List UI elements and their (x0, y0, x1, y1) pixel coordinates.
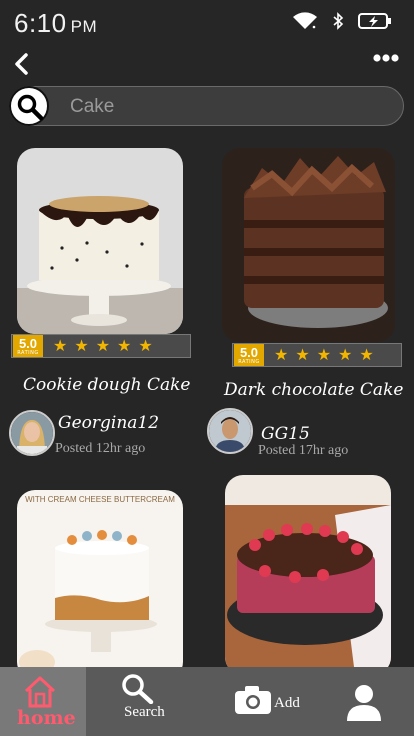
star-icon: ★ (338, 345, 353, 364)
rating-label: RATING (238, 358, 260, 365)
rating-value: 5.0 (18, 335, 38, 351)
posted-time: Posted 17hr ago (258, 443, 349, 458)
rating-bar-1: 5.0 RATING ★ ★ ★ ★ ★ (11, 334, 191, 358)
avatar[interactable] (9, 410, 55, 456)
nav-add-label: Add (274, 695, 300, 711)
star-icon: ★ (359, 345, 374, 364)
wifi-icon (292, 12, 318, 34)
posted-time: Posted 12hr ago (55, 441, 146, 456)
profile-icon[interactable] (344, 681, 384, 725)
star-icon: ★ (295, 345, 310, 364)
nav-add[interactable]: Add (232, 667, 312, 736)
star-icon: ★ (138, 336, 153, 355)
star-icon: ★ (274, 345, 289, 364)
battery-icon (358, 12, 392, 34)
status-ampm: PM (70, 17, 98, 36)
nav-search[interactable]: Search (110, 667, 180, 736)
bluetooth-icon (332, 12, 344, 34)
status-icons (292, 12, 392, 34)
card-image-cookie-dough[interactable] (17, 148, 183, 334)
nav-home[interactable]: home (0, 667, 86, 736)
status-time-value: 6:10 (14, 8, 67, 38)
rating-bar-2: 5.0 RATING ★ ★ ★ ★ ★ (232, 343, 402, 367)
rating-badge: 5.0 RATING (234, 344, 264, 366)
star-icon: ★ (95, 336, 111, 355)
search-icon[interactable] (9, 86, 49, 126)
rating-label: RATING (17, 349, 39, 356)
star-icon: ★ (117, 336, 132, 355)
back-arrow-icon[interactable] (10, 52, 34, 76)
username[interactable]: Georgina12 (58, 413, 159, 433)
card-image-dark-chocolate[interactable] (222, 148, 395, 342)
star-icon: ★ (53, 336, 68, 355)
image-caption: WITH CREAM CHEESE BUTTERCREAM (25, 495, 175, 504)
rating-badge: 5.0 RATING (13, 335, 43, 357)
more-dots-icon[interactable] (372, 50, 400, 66)
card-title[interactable]: Dark chocolate Cake (224, 380, 403, 400)
rating-value: 5.0 (239, 344, 259, 360)
camera-icon (234, 685, 272, 719)
status-time: 6:10 PM (14, 8, 97, 39)
bottom-nav: home Search Add (0, 667, 414, 736)
nav-home-label: home (17, 707, 76, 729)
rating-stars: ★ ★ ★ ★ ★ (53, 338, 153, 354)
nav-search-label: Search (124, 704, 165, 720)
rating-stars: ★ ★ ★ ★ ★ (274, 347, 374, 363)
username[interactable]: GG15 (261, 424, 310, 444)
avatar[interactable] (207, 408, 253, 454)
search-input[interactable] (68, 93, 392, 121)
star-icon: ★ (316, 345, 332, 364)
card-title[interactable]: Cookie dough Cake (23, 375, 191, 395)
card-image-raspberry[interactable] (225, 475, 391, 675)
search-icon (120, 672, 154, 708)
star-icon: ★ (74, 336, 89, 355)
card-image-cream-cheese[interactable] (17, 490, 183, 680)
